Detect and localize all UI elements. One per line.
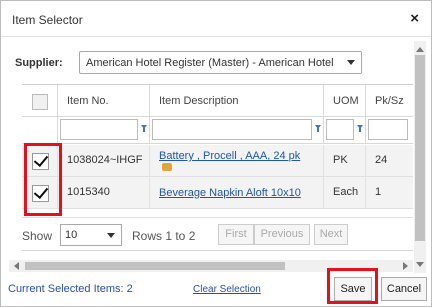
page-size-select[interactable]: 10 bbox=[60, 224, 122, 246]
description-filter-input[interactable] bbox=[152, 119, 312, 140]
filter-cell-select bbox=[22, 117, 58, 144]
column-header-label: Item No. bbox=[67, 95, 109, 107]
pk-sz-filter-input[interactable] bbox=[368, 119, 408, 140]
item-selector-dialog: Item Selector × Supplier: American Hotel… bbox=[0, 0, 432, 307]
chevron-down-icon[interactable] bbox=[341, 52, 361, 73]
close-icon[interactable]: × bbox=[410, 10, 419, 27]
column-header-label: Pk/Sz bbox=[375, 95, 404, 107]
uom-cell: PK bbox=[324, 145, 366, 176]
item-no: 1015340 bbox=[67, 186, 110, 198]
table-row[interactable]: 1015340 Beverage Napkin Aloft 10x10 Each… bbox=[22, 177, 413, 209]
pk-sz-cell: 1 bbox=[366, 177, 413, 208]
filter-icon[interactable] bbox=[357, 125, 363, 132]
next-page-button[interactable]: Next bbox=[314, 224, 348, 245]
vertical-scrollbar[interactable] bbox=[414, 41, 426, 273]
item-no-filter-input[interactable] bbox=[60, 119, 138, 140]
header-select-cell bbox=[22, 85, 58, 117]
uom-value: PK bbox=[333, 154, 348, 166]
column-header-label: Item Description bbox=[159, 95, 239, 107]
filter-icon[interactable] bbox=[141, 125, 147, 132]
rows-range-text: Rows 1 to 2 bbox=[132, 229, 196, 243]
uom-cell: Each bbox=[324, 177, 366, 208]
items-grid: Item No. Item Description UOM Pk/Sz 1038… bbox=[22, 84, 413, 251]
checkbox-highlight-box bbox=[24, 143, 62, 216]
horizontal-scroll-thumb[interactable] bbox=[25, 262, 285, 270]
pk-sz-cell: 24 bbox=[366, 145, 413, 176]
pk-sz-value: 24 bbox=[375, 154, 388, 166]
column-header-item-no[interactable]: Item No. bbox=[58, 85, 150, 117]
vertical-scroll-thumb[interactable] bbox=[415, 55, 425, 241]
supplier-select[interactable]: American Hotel Register (Master) - Ameri… bbox=[79, 51, 362, 74]
column-header-uom[interactable]: UOM bbox=[324, 85, 366, 117]
item-no-cell: 1015340 bbox=[58, 177, 150, 208]
filter-cell-item-no bbox=[58, 117, 150, 144]
filter-cell-description bbox=[150, 117, 324, 144]
dialog-title: Item Selector bbox=[12, 13, 83, 27]
scroll-left-icon[interactable] bbox=[14, 262, 19, 270]
supplier-label: Supplier: bbox=[15, 57, 63, 69]
uom-value: Each bbox=[333, 186, 359, 198]
description-cell: Beverage Napkin Aloft 10x10 bbox=[150, 177, 324, 208]
item-description-link[interactable]: Battery , Procell , AAA, 24 pk bbox=[159, 150, 300, 162]
scroll-right-icon[interactable] bbox=[403, 262, 408, 270]
item-no-cell: 1038024~IHGF bbox=[58, 145, 150, 176]
dialog-footer: Current Selected Items: 2 Clear Selectio… bbox=[1, 268, 431, 307]
show-label: Show bbox=[22, 229, 53, 243]
grid-pager: Show 10 Rows 1 to 2 First Previous Next bbox=[22, 217, 413, 251]
selected-items-count: Current Selected Items: 2 bbox=[8, 283, 133, 295]
filter-cell-uom bbox=[324, 117, 366, 144]
table-row[interactable]: 1038024~IHGF Battery , Procell , AAA, 24… bbox=[22, 145, 413, 177]
description-cell: Battery , Procell , AAA, 24 pk bbox=[150, 145, 324, 176]
dialog-titlebar: Item Selector × bbox=[1, 1, 431, 37]
cancel-button[interactable]: Cancel bbox=[381, 277, 427, 301]
image-icon[interactable] bbox=[162, 163, 172, 171]
select-all-checkbox[interactable] bbox=[32, 94, 48, 110]
filter-cell-pk-sz bbox=[366, 117, 413, 144]
item-no: 1038024~IHGF bbox=[67, 154, 143, 166]
item-description-link[interactable]: Beverage Napkin Aloft 10x10 bbox=[159, 187, 301, 199]
save-highlight-box bbox=[327, 268, 378, 304]
supplier-row: Supplier: American Hotel Register (Maste… bbox=[15, 51, 413, 75]
filter-icon[interactable] bbox=[315, 125, 321, 132]
column-header-label: UOM bbox=[333, 95, 359, 107]
page-size-value: 10 bbox=[65, 229, 78, 241]
supplier-value: American Hotel Register (Master) - Ameri… bbox=[86, 57, 334, 69]
column-header-pk-sz[interactable]: Pk/Sz bbox=[366, 85, 413, 117]
scroll-down-icon[interactable] bbox=[416, 262, 424, 267]
scroll-up-icon[interactable] bbox=[416, 47, 424, 52]
dialog-content: Supplier: American Hotel Register (Maste… bbox=[9, 41, 413, 273]
uom-filter-input[interactable] bbox=[326, 119, 354, 140]
column-header-item-description[interactable]: Item Description bbox=[150, 85, 324, 117]
previous-page-button[interactable]: Previous bbox=[254, 224, 310, 245]
pk-sz-value: 1 bbox=[375, 186, 382, 198]
clear-selection-link[interactable]: Clear Selection bbox=[193, 284, 261, 295]
first-page-button[interactable]: First bbox=[218, 224, 254, 245]
